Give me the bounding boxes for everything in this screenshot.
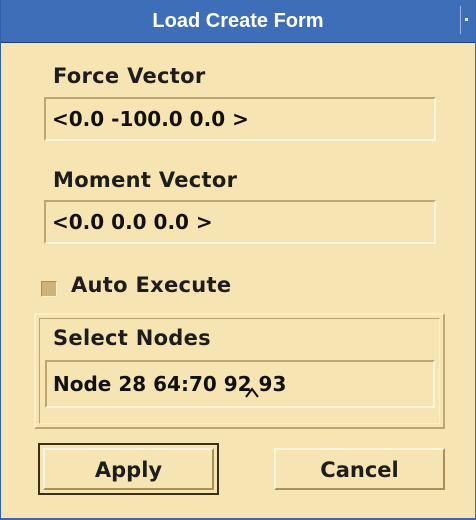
cancel-button[interactable]: Cancel [274, 448, 445, 490]
text-cursor-caret-icon [245, 387, 259, 398]
load-create-form-window: Load Create Form Force Vector <0.0 -100.… [0, 0, 476, 520]
window-title: Load Create Form [152, 10, 324, 32]
select-nodes-label: Select Nodes [53, 326, 211, 350]
auto-execute-label: Auto Execute [71, 273, 232, 297]
select-nodes-field[interactable]: Node 28 64:70 92 93 [45, 360, 435, 408]
force-vector-label: Force Vector [53, 64, 206, 88]
apply-button-frame: Apply [38, 443, 219, 495]
moment-vector-field[interactable]: <0.0 0.0 0.0 > [44, 200, 436, 244]
title-bar[interactable]: Load Create Form [1, 0, 475, 43]
force-vector-field[interactable]: <0.0 -100.0 0.0 > [44, 97, 436, 141]
window-menu-icon[interactable] [460, 6, 473, 34]
auto-execute-checkbox[interactable] [41, 281, 57, 297]
apply-button[interactable]: Apply [43, 448, 214, 490]
moment-vector-label: Moment Vector [53, 168, 238, 192]
